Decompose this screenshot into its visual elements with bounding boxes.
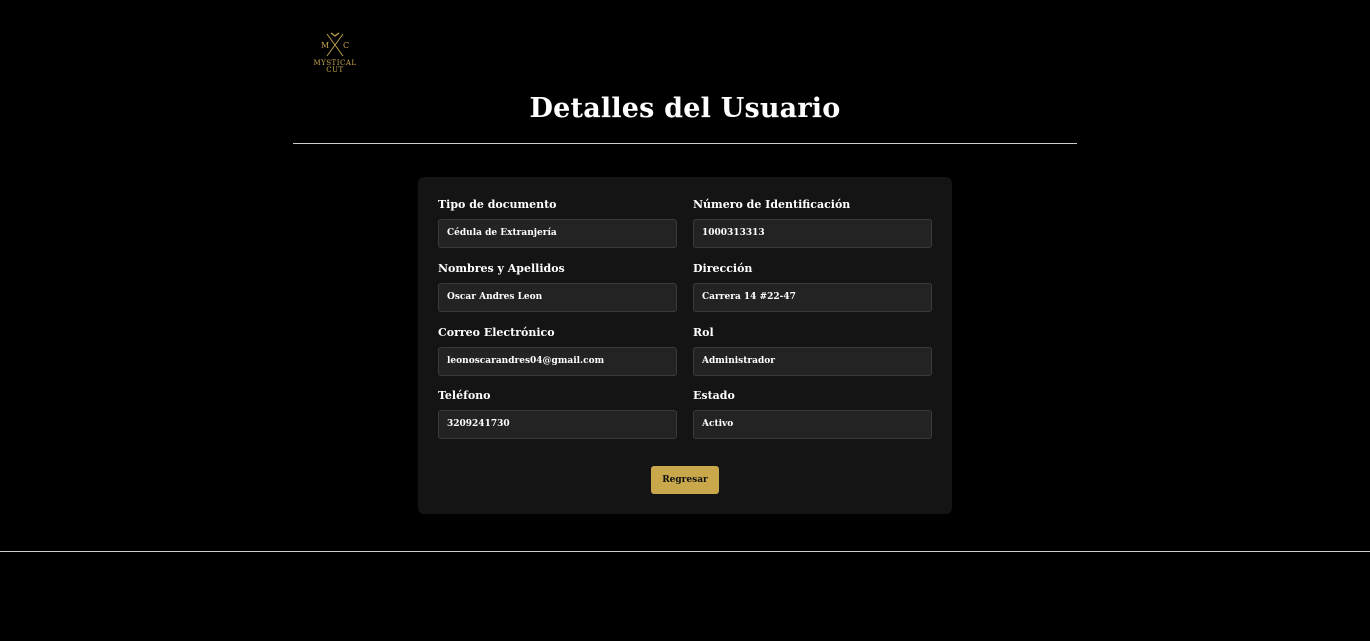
crossed-scissors-icon: M C [321, 32, 349, 57]
email-field[interactable]: leonoscarandres04@gmail.com [438, 347, 677, 376]
field-id-number: Número de Identificación 1000313313 [693, 197, 932, 248]
logo-monogram-left: M [321, 41, 329, 50]
field-status: Estado Activo [693, 388, 932, 439]
field-document-type: Tipo de documento Cédula de Extranjería [438, 197, 677, 248]
role-field[interactable]: Administrador [693, 347, 932, 376]
status-label: Estado [693, 389, 735, 402]
page-title: Detalles del Usuario [529, 93, 841, 124]
footer-divider [0, 551, 1370, 552]
logo-name-line2: CUT [326, 66, 344, 74]
phone-label: Teléfono [438, 389, 491, 402]
id-number-field[interactable]: 1000313313 [693, 219, 932, 248]
user-details-page: M C MYSTICAL CUT Detalles del Usuario Ti… [0, 0, 1370, 641]
field-phone: Teléfono 3209241730 [438, 388, 677, 439]
user-details-card: Tipo de documento Cédula de Extranjería … [418, 177, 952, 514]
mystical-cut-logo[interactable]: M C MYSTICAL CUT [308, 30, 362, 78]
field-full-name: Nombres y Apellidos Oscar Andres Leon [438, 261, 677, 312]
field-address: Dirección Carrera 14 #22-47 [693, 261, 932, 312]
field-role: Rol Administrador [693, 325, 932, 376]
phone-field[interactable]: 3209241730 [438, 410, 677, 439]
document-type-field[interactable]: Cédula de Extranjería [438, 219, 677, 248]
full-name-field[interactable]: Oscar Andres Leon [438, 283, 677, 312]
email-label: Correo Electrónico [438, 326, 555, 339]
role-label: Rol [693, 326, 714, 339]
document-type-label: Tipo de documento [438, 198, 557, 211]
full-name-label: Nombres y Apellidos [438, 262, 565, 275]
id-number-label: Número de Identificación [693, 198, 851, 211]
title-divider [293, 143, 1077, 144]
field-email: Correo Electrónico leonoscarandres04@gma… [438, 325, 677, 376]
logo-monogram-right: C [343, 41, 349, 50]
address-label: Dirección [693, 262, 753, 275]
status-field[interactable]: Activo [693, 410, 932, 439]
address-field[interactable]: Carrera 14 #22-47 [693, 283, 932, 312]
back-button[interactable]: Regresar [651, 466, 719, 494]
